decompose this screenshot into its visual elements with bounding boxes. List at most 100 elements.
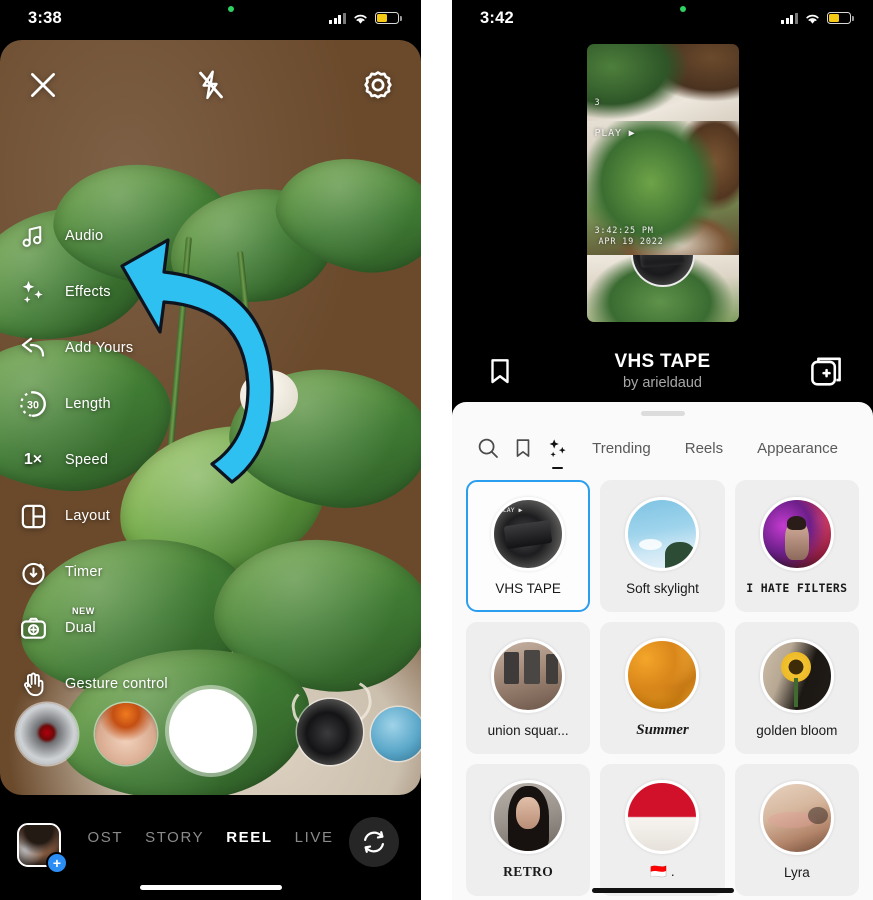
tool-label: Audio <box>65 228 104 244</box>
cellular-bars-icon <box>329 12 346 24</box>
vhs-corner-label: 3 <box>594 98 601 108</box>
tab-appearance[interactable]: Appearance <box>740 422 855 474</box>
camera-top-bar <box>0 58 421 112</box>
effect-cell-retro[interactable]: RETRO <box>466 764 591 896</box>
wifi-icon <box>354 14 367 24</box>
effects-bottom-sheet: Trending Reels Appearance PLAY ▶ VHS TAP… <box>452 402 873 900</box>
status-time: 3:38 <box>28 8 62 27</box>
gallery-avatar-button[interactable]: + <box>17 823 68 874</box>
vhs-time-label: 3:42:25 PM <box>594 226 654 236</box>
effect-preview-stack[interactable]: 3 PLAY ▶ 3:42:25 PM APR 19 2022 <box>586 44 739 322</box>
bookmark-icon[interactable] <box>485 355 515 387</box>
tool-label: Layout <box>65 508 111 524</box>
effects-tab-bar[interactable]: Trending Reels Appearance <box>452 422 873 474</box>
effect-thumbnail <box>759 780 834 855</box>
speed-icon: 1× <box>23 451 43 468</box>
effect-cell-indonesia-flag[interactable]: 🇮🇩 . <box>600 764 725 896</box>
mode-story[interactable]: STORY <box>145 829 204 846</box>
effect-name: I HATE FILTERS <box>746 581 848 595</box>
effect-thumbnail <box>491 780 566 854</box>
effect-thumb-face-paint[interactable] <box>95 703 157 765</box>
recording-indicator-dot <box>227 6 234 12</box>
effect-name: golden bloom <box>756 722 838 738</box>
mode-post[interactable]: OST <box>87 829 123 846</box>
status-icons <box>781 12 854 25</box>
status-icons <box>329 12 402 25</box>
flash-off-icon[interactable] <box>194 68 228 102</box>
tool-layout[interactable]: Layout <box>18 488 168 544</box>
mode-reel[interactable]: REEL <box>226 829 272 846</box>
settings-gear-icon[interactable] <box>361 68 395 102</box>
effect-cell-vhs-tape[interactable]: PLAY ▶ VHS TAPE <box>466 480 591 612</box>
battery-icon <box>375 12 402 24</box>
preview-frame-top: 3 <box>586 44 739 121</box>
flip-camera-button[interactable] <box>349 817 399 867</box>
add-to-collection-icon[interactable] <box>809 354 843 388</box>
effects-carousel[interactable] <box>0 689 421 781</box>
effect-title-block: VHS TAPE by arieldaud <box>614 351 710 391</box>
tool-label: Length <box>65 396 111 412</box>
effect-name: Lyra <box>783 864 810 880</box>
shutter-button[interactable] <box>168 689 253 773</box>
close-icon[interactable] <box>26 68 60 102</box>
blue-curved-arrow <box>120 238 274 484</box>
effect-name: 🇮🇩 . <box>650 864 675 879</box>
add-plus-badge[interactable]: + <box>46 852 68 874</box>
effect-name: union squar... <box>487 722 569 738</box>
tool-timer[interactable]: Timer <box>18 544 168 600</box>
timer-30-icon: 30 <box>18 389 48 419</box>
camera-viewfinder[interactable]: Audio Effects Add Yours 30 Length 1× Spe… <box>0 40 421 795</box>
tab-search[interactable] <box>470 422 505 474</box>
effect-thumbnail <box>491 638 566 713</box>
tab-trending[interactable]: Trending <box>575 422 668 474</box>
sparkles-icon <box>549 438 566 457</box>
tab-effects[interactable] <box>540 422 575 474</box>
left-status-bar: 3:38 <box>0 0 421 36</box>
effect-cell-soft-skylight[interactable]: Soft skylight <box>600 480 725 612</box>
effect-cell-summer[interactable]: Summer <box>600 622 725 754</box>
camera-mode-bar: + OST STORY REEL LIVE <box>0 795 421 900</box>
effect-thumb-red-eye[interactable] <box>16 703 78 765</box>
recording-indicator-dot <box>679 6 686 12</box>
tab-saved[interactable] <box>505 422 540 474</box>
bookmark-icon <box>516 439 529 457</box>
home-indicator <box>591 888 734 893</box>
mode-selector[interactable]: OST STORY REEL LIVE <box>87 829 333 846</box>
sheet-grabber[interactable] <box>640 411 685 416</box>
effect-thumb-vhs-tape[interactable] <box>297 699 363 765</box>
effect-cell-i-hate-filters[interactable]: I HATE FILTERS <box>734 480 859 612</box>
effect-thumb-blue-orb[interactable] <box>371 707 421 761</box>
effect-thumbnail <box>625 496 700 571</box>
effect-thumbnail <box>759 497 834 571</box>
vhs-play-label: PLAY ▶ <box>594 128 636 139</box>
arrow-return-icon <box>18 333 48 363</box>
layout-grid-icon <box>18 501 48 531</box>
dual-camera-bubble <box>630 255 695 287</box>
svg-text:30: 30 <box>27 400 39 412</box>
tool-label: Effects <box>65 284 111 300</box>
sparkles-icon <box>18 277 48 307</box>
screenshot-stage: 3:38 Audio Effects Add Yours 30 Length 1… <box>0 0 873 900</box>
status-time: 3:42 <box>480 8 514 27</box>
hand-icon <box>18 669 48 699</box>
right-status-bar: 3:42 <box>452 0 873 36</box>
effect-cell-lyra[interactable]: Lyra <box>734 764 859 896</box>
flip-camera-icon <box>364 831 384 853</box>
effect-name: VHS TAPE <box>495 580 561 596</box>
effect-author: by arieldaud <box>622 375 702 391</box>
effect-cell-golden-bloom[interactable]: golden bloom <box>734 622 859 754</box>
tab-reels[interactable]: Reels <box>668 422 740 474</box>
wifi-icon <box>806 14 819 24</box>
effect-thumbnail <box>625 637 700 712</box>
effect-name: Soft skylight <box>626 580 699 596</box>
left-phone-instagram-camera: 3:38 Audio Effects Add Yours 30 Length 1… <box>0 0 421 900</box>
effect-title: VHS TAPE <box>614 351 711 372</box>
mode-live[interactable]: LIVE <box>295 829 334 846</box>
tool-label: Timer <box>65 564 103 580</box>
battery-icon <box>827 12 854 24</box>
effect-cell-union-square[interactable]: union squar... <box>466 622 591 754</box>
effect-name: Summer <box>636 721 689 738</box>
effects-grid: PLAY ▶ VHS TAPE Soft skylight I HATE FIL… <box>452 474 873 896</box>
tool-dual[interactable]: NEW Dual <box>18 600 168 656</box>
preview-frame-main: PLAY ▶ 3:42:25 PM APR 19 2022 <box>586 121 739 255</box>
